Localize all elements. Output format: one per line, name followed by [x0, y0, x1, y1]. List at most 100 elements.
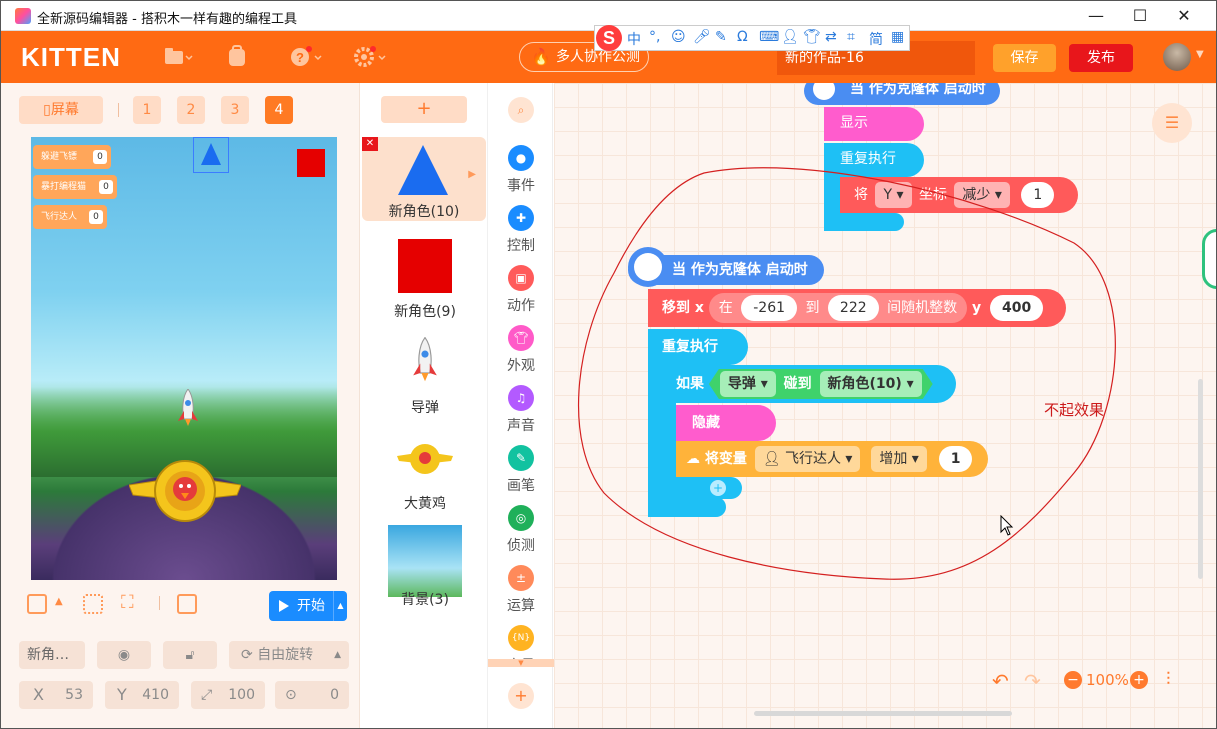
help-icon[interactable]: ? — [289, 45, 322, 69]
start-label: 开始 — [297, 598, 325, 614]
visibility-eye-icon[interactable]: ◉ — [97, 641, 151, 669]
start-button[interactable]: 开始 ▲ — [269, 591, 347, 621]
x-field[interactable]: X 53 — [19, 681, 93, 709]
lock-icon[interactable]: 🔓︎ — [163, 641, 217, 669]
category-control[interactable]: ✚ 控制 — [488, 205, 554, 261]
translate-icon[interactable]: ⇄ — [825, 29, 837, 45]
publish-button[interactable]: 发布 — [1069, 44, 1133, 72]
rocket-thumbnail — [413, 337, 437, 382]
punctuation-icon[interactable]: °, — [649, 29, 660, 45]
rotate-icon: ⟳ — [241, 647, 258, 663]
vertical-scrollbar[interactable] — [1198, 379, 1203, 579]
minimize-button[interactable]: — — [1073, 1, 1119, 31]
screen-label: 屏幕 — [50, 102, 79, 118]
app-window: 全新源码编辑器 - 搭积木一样有趣的编程工具 — ☐ ✕ KITTEN ? 🔥 … — [0, 0, 1217, 729]
variable-value: 0 — [89, 210, 103, 224]
category-sensing[interactable]: ◎ 侦测 — [488, 505, 554, 561]
add-sprite-button[interactable]: + — [381, 96, 467, 123]
category-events[interactable]: ● 事件 — [488, 145, 554, 201]
scroll-down-indicator[interactable]: ▼ — [488, 659, 554, 667]
operators-icon: ± — [508, 565, 534, 591]
yellow-chick-sprite[interactable] — [129, 451, 241, 527]
screen-icon: ▯ — [43, 102, 51, 118]
delete-sprite-icon[interactable]: ✕ — [362, 137, 378, 151]
ime-mode-char[interactable]: 中 — [627, 29, 641, 49]
align-blocks-icon[interactable]: ⫶ — [1166, 669, 1171, 690]
y-field[interactable]: Y 410 — [105, 681, 179, 709]
horizontal-scrollbar[interactable] — [754, 711, 1012, 716]
sprite-item[interactable]: 背景(3) — [382, 521, 468, 608]
screen-tab-1[interactable]: 1 — [133, 96, 161, 124]
grid-toggle-icon[interactable] — [83, 594, 103, 614]
stage-panel: ▯屏幕 1 2 3 4 躲避飞镖 0 暴打编程猫 0 飞行达人 0 ▲ ⛶ 开始… — [1, 83, 359, 728]
chevron-down-icon[interactable]: ▼ — [1196, 49, 1204, 60]
screen-tab-4[interactable]: 4 — [265, 96, 293, 124]
sprite-name-field[interactable]: 新角… — [19, 641, 85, 669]
sprite-item[interactable]: 新角色(9) — [382, 233, 468, 320]
backpack-icon[interactable] — [225, 45, 255, 69]
grid-icon[interactable]: ▦ — [891, 29, 904, 45]
rotation-mode-select[interactable]: ⟳ 自由旋转 ▲ — [229, 641, 349, 669]
undo-icon[interactable]: ↶ — [992, 669, 1009, 693]
category-sound[interactable]: ♫ 声音 — [488, 385, 554, 441]
sprite-item[interactable]: 导弹 — [382, 329, 468, 416]
user-icon[interactable]: 👤︎ — [781, 29, 799, 45]
start-dropdown[interactable]: ▲ — [333, 591, 347, 621]
sprite-label: 大黄鸡 — [404, 496, 446, 512]
search-list-icon[interactable]: ☰ — [1152, 103, 1192, 143]
window-title: 全新源码编辑器 - 搭积木一样有趣的编程工具 — [37, 12, 297, 27]
sprite-item[interactable]: 大黄鸡 — [382, 425, 468, 512]
ime-simplified-char[interactable]: 简 — [869, 29, 883, 49]
variable-monitor: 飞行达人 0 — [33, 205, 107, 229]
rocket-sprite[interactable] — [177, 389, 199, 427]
screen-tab-3[interactable]: 3 — [221, 96, 249, 124]
blue-triangle-sprite[interactable] — [201, 143, 221, 165]
crop-icon[interactable]: ⌗ — [847, 29, 855, 45]
category-variables[interactable]: {N}变量 — [488, 625, 554, 661]
shirt-icon[interactable]: 👕︎ — [803, 29, 821, 45]
pen-icon[interactable]: ✎ — [715, 29, 727, 45]
redo-icon[interactable]: ↷ — [1024, 669, 1041, 693]
category-pen[interactable]: ✎ 画笔 — [488, 445, 554, 501]
close-button[interactable]: ✕ — [1161, 1, 1207, 31]
caret-up-icon[interactable]: ▲ — [55, 596, 63, 607]
direction-field[interactable]: ⊙ 0 — [275, 681, 349, 709]
video-record-icon[interactable] — [177, 594, 197, 614]
mic-icon[interactable]: 🎤︎ — [693, 29, 711, 45]
zoom-in-button[interactable]: + — [1130, 671, 1148, 689]
folder-icon[interactable] — [163, 45, 193, 69]
size-field[interactable]: ⤢ 100 — [191, 681, 265, 709]
sprite-item-selected[interactable]: 新角色(10) ▶ — [362, 137, 486, 221]
user-avatar[interactable] — [1163, 43, 1191, 71]
chevron-right-icon[interactable]: ▶ — [468, 169, 476, 180]
emoji-icon[interactable]: ☺ — [671, 29, 686, 45]
add-extension-button[interactable]: + — [508, 683, 534, 709]
variable-monitor: 躲避飞镖 0 — [33, 145, 111, 169]
kitten-logo: KITTEN — [21, 42, 121, 72]
stage-canvas[interactable]: 躲避飞镖 0 暴打编程猫 0 飞行达人 0 — [31, 137, 337, 580]
sprite-label: 新角色(10) — [388, 204, 460, 220]
code-workspace[interactable]: 当 作为克隆体 启动时 显示 重复执行 将 Y ▾ 坐标 减少 ▾ 1 当 作为… — [554, 83, 1216, 728]
screen-tab-2[interactable]: 2 — [177, 96, 205, 124]
helper-widget[interactable] — [1202, 229, 1216, 289]
maximize-button[interactable]: ☐ — [1117, 1, 1163, 31]
zoom-out-button[interactable]: − — [1064, 671, 1082, 689]
caret-up-icon: ▲ — [334, 650, 341, 660]
category-looks[interactable]: 👕︎ 外观 — [488, 325, 554, 381]
stage-size-icon[interactable] — [27, 594, 47, 614]
block-categories: ⌕ ● 事件 ✚ 控制 ▣ 动作 👕︎ 外观 ♫ 声音 ✎ 画笔 ◎ 侦测 ± 运算 {N}变量… — [487, 83, 554, 728]
looks-icon: 👕︎ — [508, 325, 534, 351]
save-button[interactable]: 保存 — [993, 44, 1056, 72]
fullscreen-icon[interactable]: ⛶ — [121, 592, 134, 613]
red-square-sprite[interactable] — [297, 149, 325, 177]
category-operators[interactable]: ± 运算 — [488, 565, 554, 621]
chick-thumbnail — [397, 444, 453, 474]
control-icon: ✚ — [508, 205, 534, 231]
category-motion[interactable]: ▣ 动作 — [488, 265, 554, 321]
omega-icon[interactable]: Ω — [737, 29, 748, 45]
screen-button[interactable]: ▯屏幕 — [19, 96, 103, 124]
annotation-note: 不起效果 — [1044, 401, 1105, 419]
sogou-logo-icon[interactable]: S — [596, 25, 622, 51]
settings-gear-icon[interactable] — [353, 45, 386, 69]
keyboard-icon[interactable]: ⌨ — [759, 29, 779, 45]
